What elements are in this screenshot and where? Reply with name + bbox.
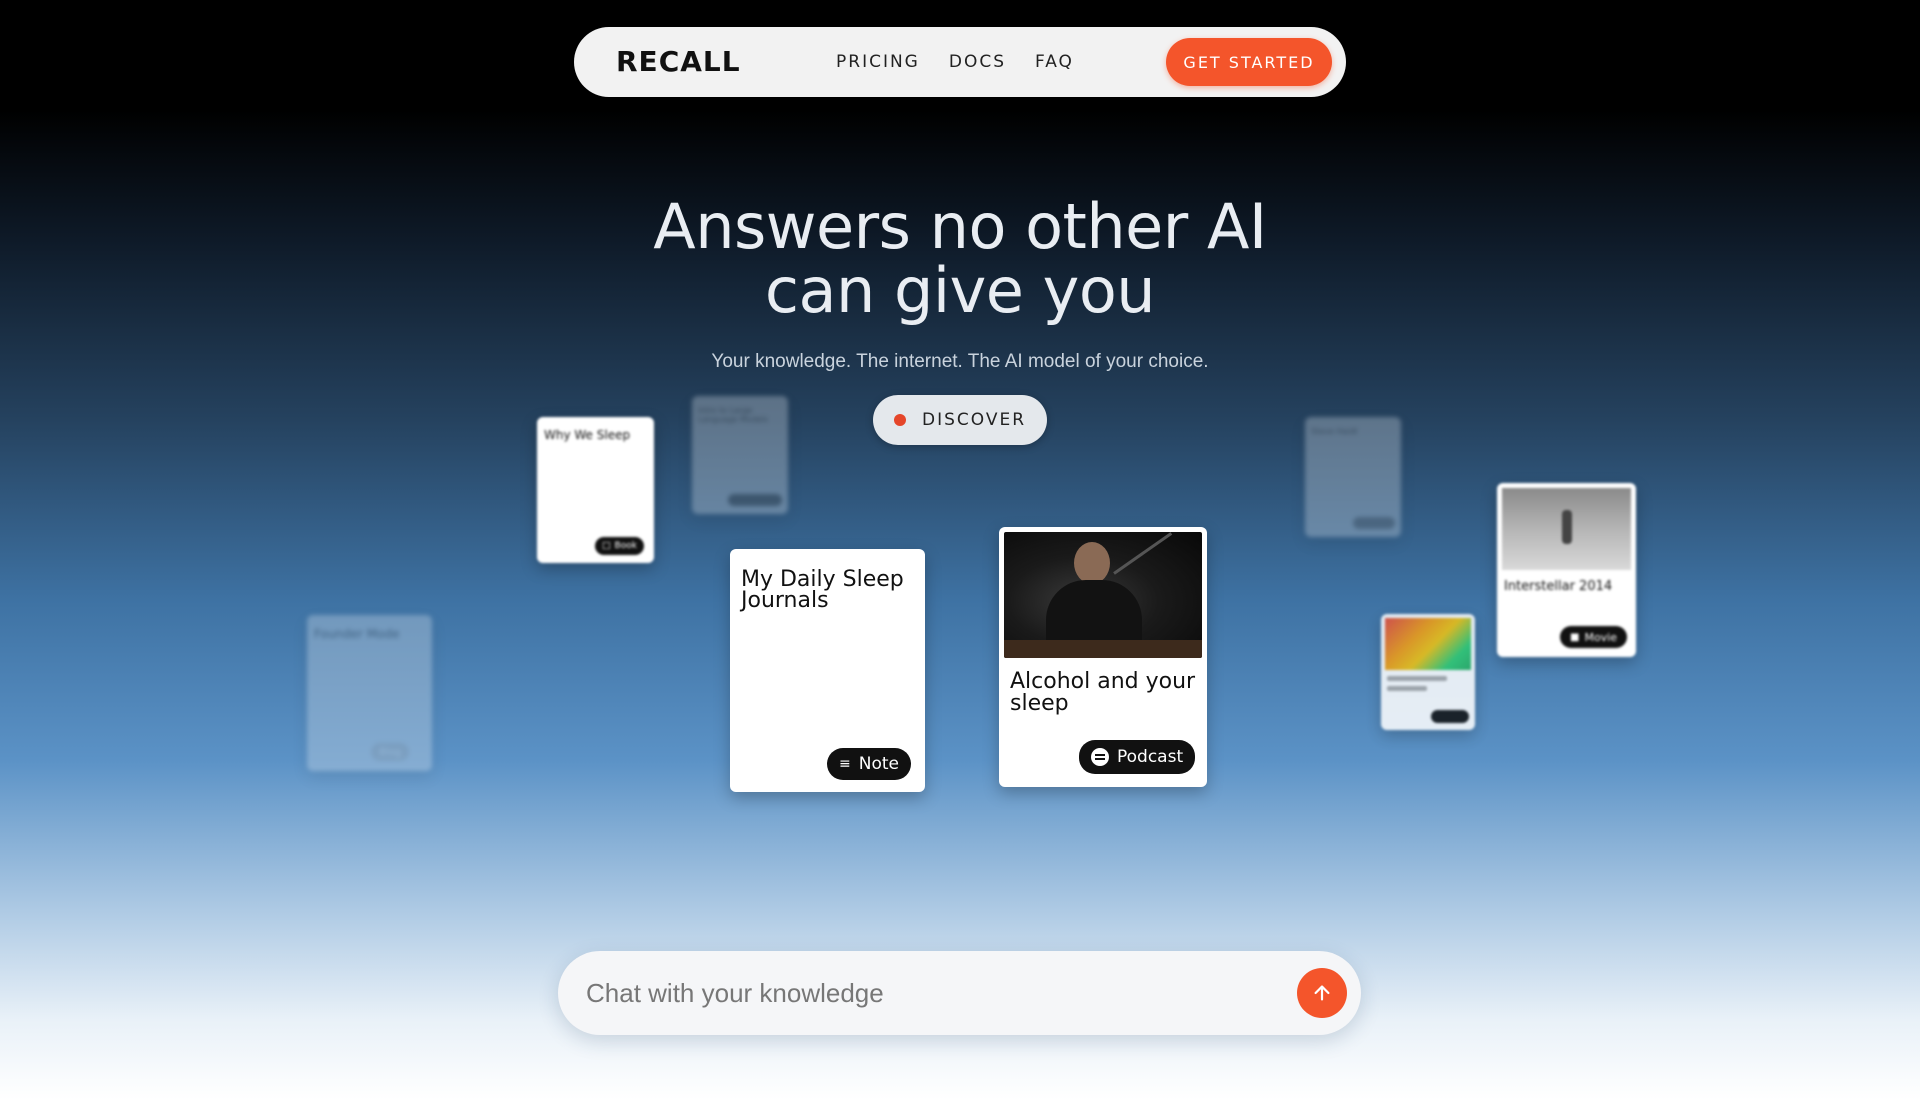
card-sleep-journals[interactable]: My Daily Sleep Journals ≡ Note	[730, 549, 925, 792]
book-icon: □	[602, 541, 611, 551]
arrow-up-icon	[1314, 985, 1330, 1001]
card-tag-pill	[1353, 517, 1395, 529]
spotify-icon	[1091, 748, 1109, 766]
movie-thumbnail	[1502, 488, 1631, 570]
card-title: My Daily Sleep Journals	[741, 567, 904, 613]
microphone-arm	[1113, 532, 1173, 575]
card-founder-mode[interactable]: Founder Mode Blog	[307, 615, 432, 771]
card-title: Intro to Large Language Models	[698, 406, 769, 424]
card-tag-label: Movie	[1584, 630, 1618, 644]
send-button[interactable]	[1297, 968, 1347, 1018]
figure-silhouette	[1562, 510, 1572, 544]
card-tag-pill: □ Book	[595, 537, 644, 555]
card-title: Interstellar 2014	[1504, 579, 1613, 594]
card-tag-label: Podcast	[1117, 747, 1184, 767]
card-llm-intro[interactable]: Intro to Large Language Models	[692, 396, 788, 514]
note-lines-icon: ≡	[839, 756, 851, 772]
chat-input[interactable]	[586, 951, 1266, 1035]
podcast-thumbnail	[1004, 532, 1202, 658]
nav-links: PRICING DOCS FAQ	[836, 27, 1074, 97]
card-tag-pill: ■ Movie	[1560, 626, 1628, 648]
card-title: Founder Mode	[314, 627, 400, 641]
card-tag-label: Blog	[379, 746, 402, 758]
card-tag-pill	[1431, 710, 1469, 723]
card-steve-haidt[interactable]: Steve Haidt	[1305, 417, 1401, 537]
colorful-thumbnail	[1385, 618, 1471, 670]
card-tag-pill: Podcast	[1079, 740, 1196, 774]
table-surface	[1004, 640, 1202, 658]
card-title: Steve Haidt	[1311, 427, 1358, 436]
card-colorful[interactable]	[1381, 614, 1475, 730]
recall-logo[interactable]: RECALL	[616, 27, 741, 97]
chat-bar	[558, 951, 1361, 1035]
hero-title-line-2: can give you	[764, 254, 1156, 327]
discover-dot-icon	[893, 414, 906, 426]
card-tag-pill	[728, 494, 782, 506]
nav-docs-link[interactable]: DOCS	[949, 52, 1006, 72]
card-title: Alcohol and your sleep	[1010, 669, 1196, 716]
card-title: Why We Sleep	[544, 428, 631, 442]
discover-button[interactable]: DISCOVER	[873, 395, 1047, 445]
hero-title: Answers no other AI can give you	[560, 195, 1360, 323]
top-navbar: RECALL PRICING DOCS FAQ GET STARTED	[574, 27, 1346, 97]
movie-icon: ■	[1570, 631, 1580, 643]
card-alcohol-sleep[interactable]: Alcohol and your sleep Podcast	[999, 527, 1207, 787]
hero-subtitle: Your knowledge. The internet. The AI mod…	[711, 351, 1209, 372]
card-text-lines	[1387, 686, 1427, 691]
card-tag-pill: ≡ Note	[827, 748, 911, 780]
card-tag-pill: Blog	[371, 743, 410, 761]
host-head	[1074, 542, 1110, 584]
discover-label: DISCOVER	[921, 410, 1027, 430]
card-why-we-sleep[interactable]: Why We Sleep □ Book	[537, 417, 654, 563]
card-text-lines	[1387, 676, 1447, 681]
hero-title-line-1: Answers no other AI	[653, 190, 1267, 263]
card-tag-label: Note	[858, 754, 899, 774]
nav-pricing-link[interactable]: PRICING	[836, 52, 920, 72]
nav-faq-link[interactable]: FAQ	[1035, 52, 1074, 72]
get-started-button[interactable]: GET STARTED	[1166, 38, 1332, 86]
card-interstellar[interactable]: Interstellar 2014 ■ Movie	[1497, 483, 1636, 657]
card-tag-label: Book	[614, 541, 637, 551]
